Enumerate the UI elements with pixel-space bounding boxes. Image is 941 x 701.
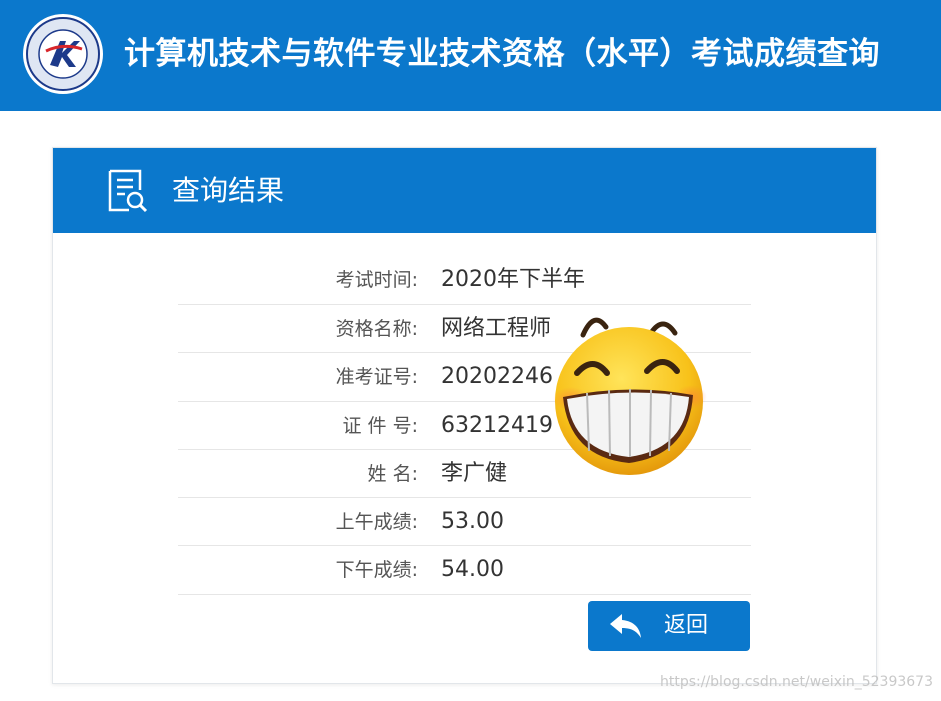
result-panel-title: 查询结果 <box>172 174 285 207</box>
result-panel-header: 查询结果 <box>53 148 876 233</box>
back-button[interactable]: 返回 <box>588 601 750 651</box>
field-label: 下午成绩: <box>335 559 418 582</box>
field-label: 准考证号: <box>335 366 418 389</box>
field-label: 证 件 号: <box>342 414 418 437</box>
field-row-afternoon-score: 下午成绩: 54.00 <box>178 546 751 595</box>
field-label: 考试时间: <box>335 269 418 291</box>
field-value: 网络工程师 <box>441 316 552 341</box>
page-title: 计算机技术与软件专业技术资格（水平）考试成绩查询 <box>124 36 880 72</box>
field-label: 资格名称: <box>335 318 418 340</box>
field-row-exam-time: 考试时间: 2020年下半年 <box>178 256 751 305</box>
field-value: 54.00 <box>441 557 504 583</box>
reply-arrow-icon <box>610 614 641 638</box>
field-value: 20202246 <box>441 364 553 390</box>
field-label: 上午成绩: <box>335 511 418 534</box>
field-row-morning-score: 上午成绩: 53.00 <box>178 498 751 547</box>
field-label: 姓 名: <box>367 462 418 485</box>
document-search-icon <box>108 169 148 213</box>
site-header: 计算机技术与软件专业技术资格（水平）考试成绩查询 <box>0 0 941 111</box>
field-value: 53.00 <box>441 509 504 535</box>
field-value: 63212419 <box>441 412 553 438</box>
field-value: 李广健 <box>441 460 508 486</box>
grinning-face-emoji-icon <box>553 317 707 475</box>
back-button-label: 返回 <box>664 613 709 638</box>
result-panel: 查询结果 考试时间: 2020年下半年 资格名称: 网络工程师 准考证号: 20… <box>52 147 877 684</box>
field-value: 2020年下半年 <box>441 267 585 292</box>
ruankao-logo-icon <box>23 14 103 94</box>
watermark: https://blog.csdn.net/weixin_52393673 <box>659 674 933 690</box>
